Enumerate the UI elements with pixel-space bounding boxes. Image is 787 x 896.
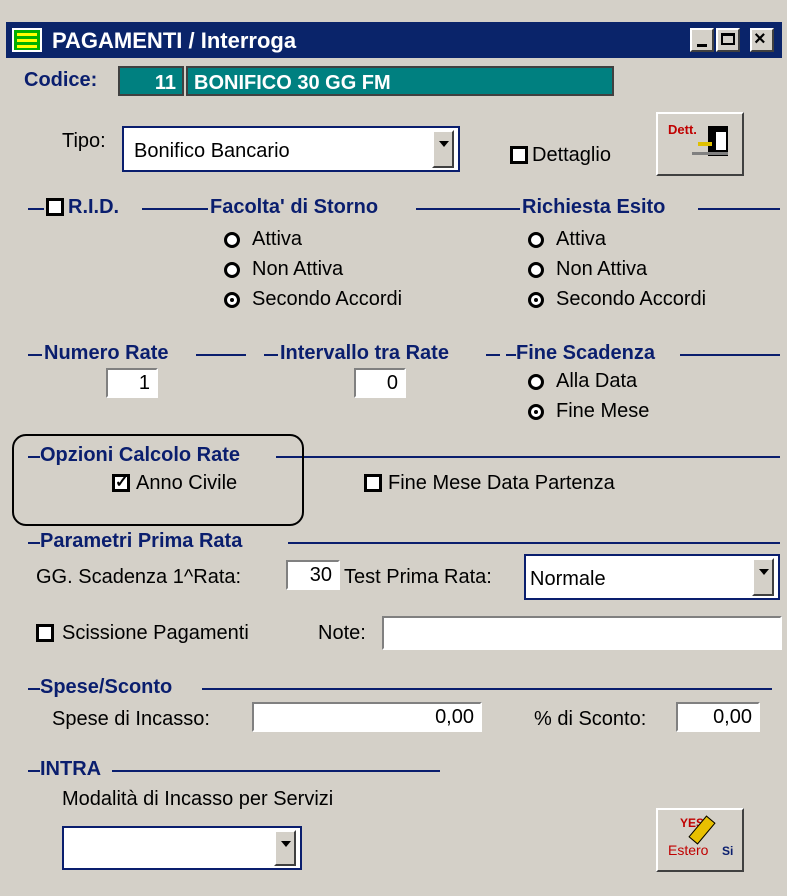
gg-scadenza-input[interactable]: 30	[286, 560, 340, 590]
prima-rata-line-right	[288, 542, 780, 544]
codice-label: Codice:	[24, 69, 98, 91]
facolta-line	[416, 208, 520, 210]
dettaglio-label: Dettaglio	[532, 144, 611, 166]
sconto-input[interactable]: 0,00	[676, 702, 760, 732]
gg-scadenza-value: 30	[309, 564, 332, 586]
dett-button-label: Dett.	[668, 122, 697, 137]
intervallo-title: Intervallo tra Rate	[280, 342, 449, 364]
sconto-label: % di Sconto:	[534, 708, 647, 730]
minimize-button[interactable]	[690, 28, 714, 52]
fine-scad-line-left	[506, 354, 516, 356]
anno-civile-checkbox[interactable]: ✓	[112, 474, 130, 492]
esito-radio-non-attiva[interactable]	[528, 262, 544, 278]
numero-rate-title: Numero Rate	[44, 342, 169, 364]
intervallo-value: 0	[386, 372, 398, 394]
esito-radio-secondo-accordi[interactable]	[528, 292, 544, 308]
rid-line-left	[28, 208, 44, 210]
esito-option-non-attiva: Non Attiva	[556, 258, 648, 280]
tipo-select[interactable]: Bonifico Bancario	[122, 126, 460, 172]
prima-rata-title: Parametri Prima Rata	[40, 530, 243, 552]
rid-checkbox[interactable]	[46, 198, 64, 216]
estero-si-label: Si	[722, 844, 734, 858]
codice-number: 11	[154, 72, 176, 94]
sconto-value: 0,00	[713, 706, 752, 728]
intervallo-line-left	[264, 354, 278, 356]
window-title: PAGAMENTI / Interroga	[52, 28, 297, 53]
intra-line-left	[28, 770, 40, 772]
title-bar[interactable]: PAGAMENTI / Interroga ×	[6, 22, 782, 58]
anno-civile-label: Anno Civile	[136, 472, 238, 494]
spese-line-left	[28, 688, 40, 690]
window: PAGAMENTI / Interroga × Codice: 11 BONIF…	[0, 0, 787, 896]
facolta-radio-attiva[interactable]	[224, 232, 240, 248]
spese-line-right	[202, 688, 772, 690]
codice-number-field[interactable]: 11	[118, 66, 184, 96]
estero-label: Estero	[668, 842, 709, 858]
fine-mese-partenza-checkbox[interactable]	[364, 474, 382, 492]
intervallo-line-right	[486, 354, 500, 356]
spese-incasso-value: 0,00	[435, 706, 474, 728]
close-button[interactable]: ×	[750, 28, 774, 52]
intra-line-right	[112, 770, 440, 772]
fine-scadenza-title: Fine Scadenza	[516, 342, 655, 364]
codice-description: BONIFICO 30 GG FM	[194, 72, 391, 94]
esito-option-attiva: Attiva	[556, 228, 607, 250]
modalita-incasso-label: Modalità di Incasso per Servizi	[62, 788, 334, 810]
esito-title: Richiesta Esito	[522, 196, 666, 218]
tipo-value: Bonifico Bancario	[134, 140, 290, 162]
esito-option-secondo-accordi: Secondo Accordi	[556, 288, 707, 310]
tipo-dropdown-button[interactable]	[432, 130, 454, 168]
rid-line-right	[142, 208, 208, 210]
modalita-incasso-select[interactable]	[62, 826, 302, 870]
codice-description-field[interactable]: BONIFICO 30 GG FM	[186, 66, 614, 96]
dett-button[interactable]: Dett.	[656, 112, 744, 176]
esito-line	[698, 208, 780, 210]
facolta-option-non-attiva: Non Attiva	[252, 258, 344, 280]
numero-rate-value: 1	[138, 372, 150, 394]
esito-radio-attiva[interactable]	[528, 232, 544, 248]
app-icon	[12, 28, 42, 52]
fine-scad-option-alla-data: Alla Data	[556, 370, 638, 392]
test-prima-rata-label: Test Prima Rata:	[344, 566, 492, 588]
test-prima-rata-value: Normale	[530, 568, 606, 590]
fine-scad-option-fine-mese: Fine Mese	[556, 400, 650, 422]
detail-icon	[692, 126, 732, 158]
note-input[interactable]	[382, 616, 782, 650]
scissione-checkbox[interactable]	[36, 624, 54, 642]
fine-scad-line-right	[680, 354, 780, 356]
estero-button[interactable]: YES Estero Si	[656, 808, 744, 872]
tipo-label: Tipo:	[62, 130, 106, 152]
facolta-title: Facolta' di Storno	[210, 196, 379, 218]
modalita-dropdown-button[interactable]	[274, 830, 296, 866]
note-label: Note:	[318, 622, 366, 644]
gg-scadenza-label: GG. Scadenza 1^Rata:	[36, 566, 242, 588]
opzioni-line-right	[276, 456, 780, 458]
rid-title: R.I.D.	[68, 196, 120, 218]
close-icon: ×	[754, 28, 766, 50]
facolta-radio-non-attiva[interactable]	[224, 262, 240, 278]
numero-line-right	[196, 354, 246, 356]
facolta-option-attiva: Attiva	[252, 228, 303, 250]
facolta-option-secondo-accordi: Secondo Accordi	[252, 288, 403, 310]
fine-scad-radio-alla-data[interactable]	[528, 374, 544, 390]
numero-line-left	[28, 354, 42, 356]
test-prima-rata-select[interactable]: Normale	[524, 554, 780, 600]
scissione-label: Scissione Pagamenti	[62, 622, 249, 644]
spese-incasso-input[interactable]: 0,00	[252, 702, 482, 732]
numero-rate-input[interactable]: 1	[106, 368, 158, 398]
fine-mese-partenza-label: Fine Mese Data Partenza	[388, 472, 615, 494]
intra-title: INTRA	[40, 758, 102, 780]
intervallo-input[interactable]: 0	[354, 368, 406, 398]
maximize-button[interactable]	[716, 28, 740, 52]
test-prima-rata-dropdown-button[interactable]	[752, 558, 774, 596]
fine-scad-radio-fine-mese[interactable]	[528, 404, 544, 420]
spese-sconto-title: Spese/Sconto	[40, 676, 173, 698]
prima-rata-line-left	[28, 542, 40, 544]
spese-incasso-label: Spese di Incasso:	[52, 708, 210, 730]
facolta-radio-secondo-accordi[interactable]	[224, 292, 240, 308]
dettaglio-checkbox[interactable]	[510, 146, 528, 164]
